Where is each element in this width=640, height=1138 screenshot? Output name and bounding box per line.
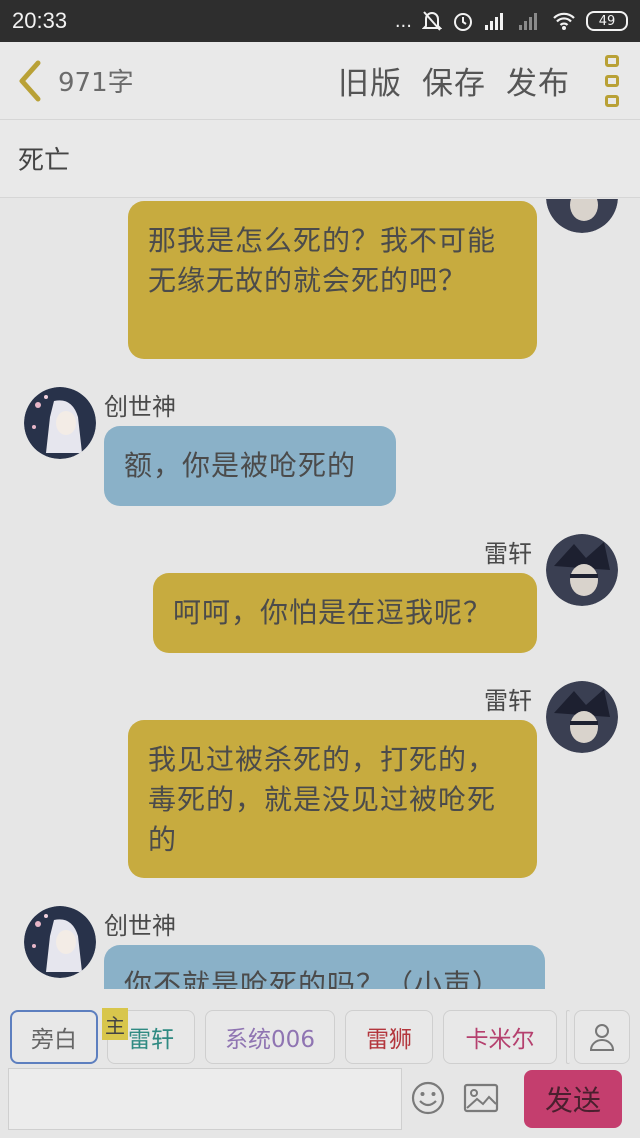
alarm-icon (454, 13, 472, 31)
message-input-bar: 发送 (0, 1066, 640, 1138)
old-version-button[interactable]: 旧版 (338, 58, 402, 103)
emoji-icon[interactable] (408, 1078, 448, 1118)
wifi-icon (553, 12, 575, 30)
avatar-lei-xuan[interactable] (546, 199, 618, 233)
avatar-lei-xuan[interactable] (546, 534, 618, 606)
role-chip-system-006[interactable]: 系统006 (205, 1010, 335, 1064)
signal-weak-icon (519, 13, 537, 30)
menu-dot-icon (605, 94, 619, 107)
message-bubble[interactable]: 呵呵，你怕是在逗我呢？ (153, 573, 537, 653)
manage-roles-button[interactable] (574, 1010, 630, 1064)
save-button[interactable]: 保存 (422, 58, 486, 103)
message-bubble[interactable]: 那我是怎么死的？我不可能无缘无故的就会死的吧？ (128, 201, 537, 359)
chapter-title-bar[interactable]: 死亡 (0, 120, 640, 198)
signal-icon (485, 13, 503, 30)
person-icon (589, 1024, 615, 1051)
word-count: 971字 (58, 68, 134, 98)
speaker-name: 创世神 (104, 912, 176, 940)
speaker-name: 创世神 (104, 393, 176, 421)
avatar-creator-god[interactable] (24, 906, 96, 978)
role-chip-partial[interactable] (566, 1010, 570, 1064)
message-bubble[interactable]: 额，你是被呛死的 (104, 426, 396, 506)
publish-button[interactable]: 发布 (506, 58, 570, 103)
menu-dot-icon (605, 54, 619, 67)
role-chip-lei-shi[interactable]: 雷狮 (345, 1010, 433, 1064)
status-time: 20:33 (12, 8, 68, 33)
back-button[interactable] (0, 42, 58, 120)
more-dots-icon: ... (394, 10, 412, 32)
speaker-name: 雷轩 (484, 687, 532, 715)
role-chip-camille[interactable]: 卡米尔 (443, 1010, 557, 1064)
editor-toolbar: 971字 旧版 保存 发布 (0, 42, 640, 120)
battery-icon: 49 (586, 11, 628, 31)
image-icon[interactable] (461, 1078, 501, 1118)
role-selector: 旁白 雷轩 主 系统006 雷狮 卡米尔 (0, 1008, 640, 1068)
message-bubble[interactable]: 我见过被杀死的，打死的，毒死的，就是没见过被呛死的 (128, 720, 537, 878)
chapter-title: 死亡 (18, 146, 71, 176)
main-role-badge: 主 (102, 1008, 128, 1040)
more-menu-button[interactable] (584, 42, 640, 120)
status-icons: ... 49 (395, 10, 628, 32)
avatar-lei-xuan[interactable] (546, 681, 618, 753)
speaker-name: 雷轩 (484, 540, 532, 568)
chat-area[interactable]: 那我是怎么死的？我不可能无缘无故的就会死的吧？ 创世神 额，你是被呛死的 雷轩 … (0, 199, 640, 989)
menu-dot-icon (605, 74, 619, 87)
role-chip-narration[interactable]: 旁白 (10, 1010, 98, 1064)
message-input[interactable] (8, 1068, 402, 1130)
message-bubble[interactable]: 你不就是呛死的吗？（小声） (104, 945, 545, 989)
chevron-left-icon (19, 60, 41, 101)
bell-off-icon (422, 11, 442, 31)
status-bar: 20:33 ... 49 (0, 0, 640, 42)
send-button[interactable]: 发送 (524, 1070, 622, 1128)
avatar-creator-god[interactable] (24, 387, 96, 459)
